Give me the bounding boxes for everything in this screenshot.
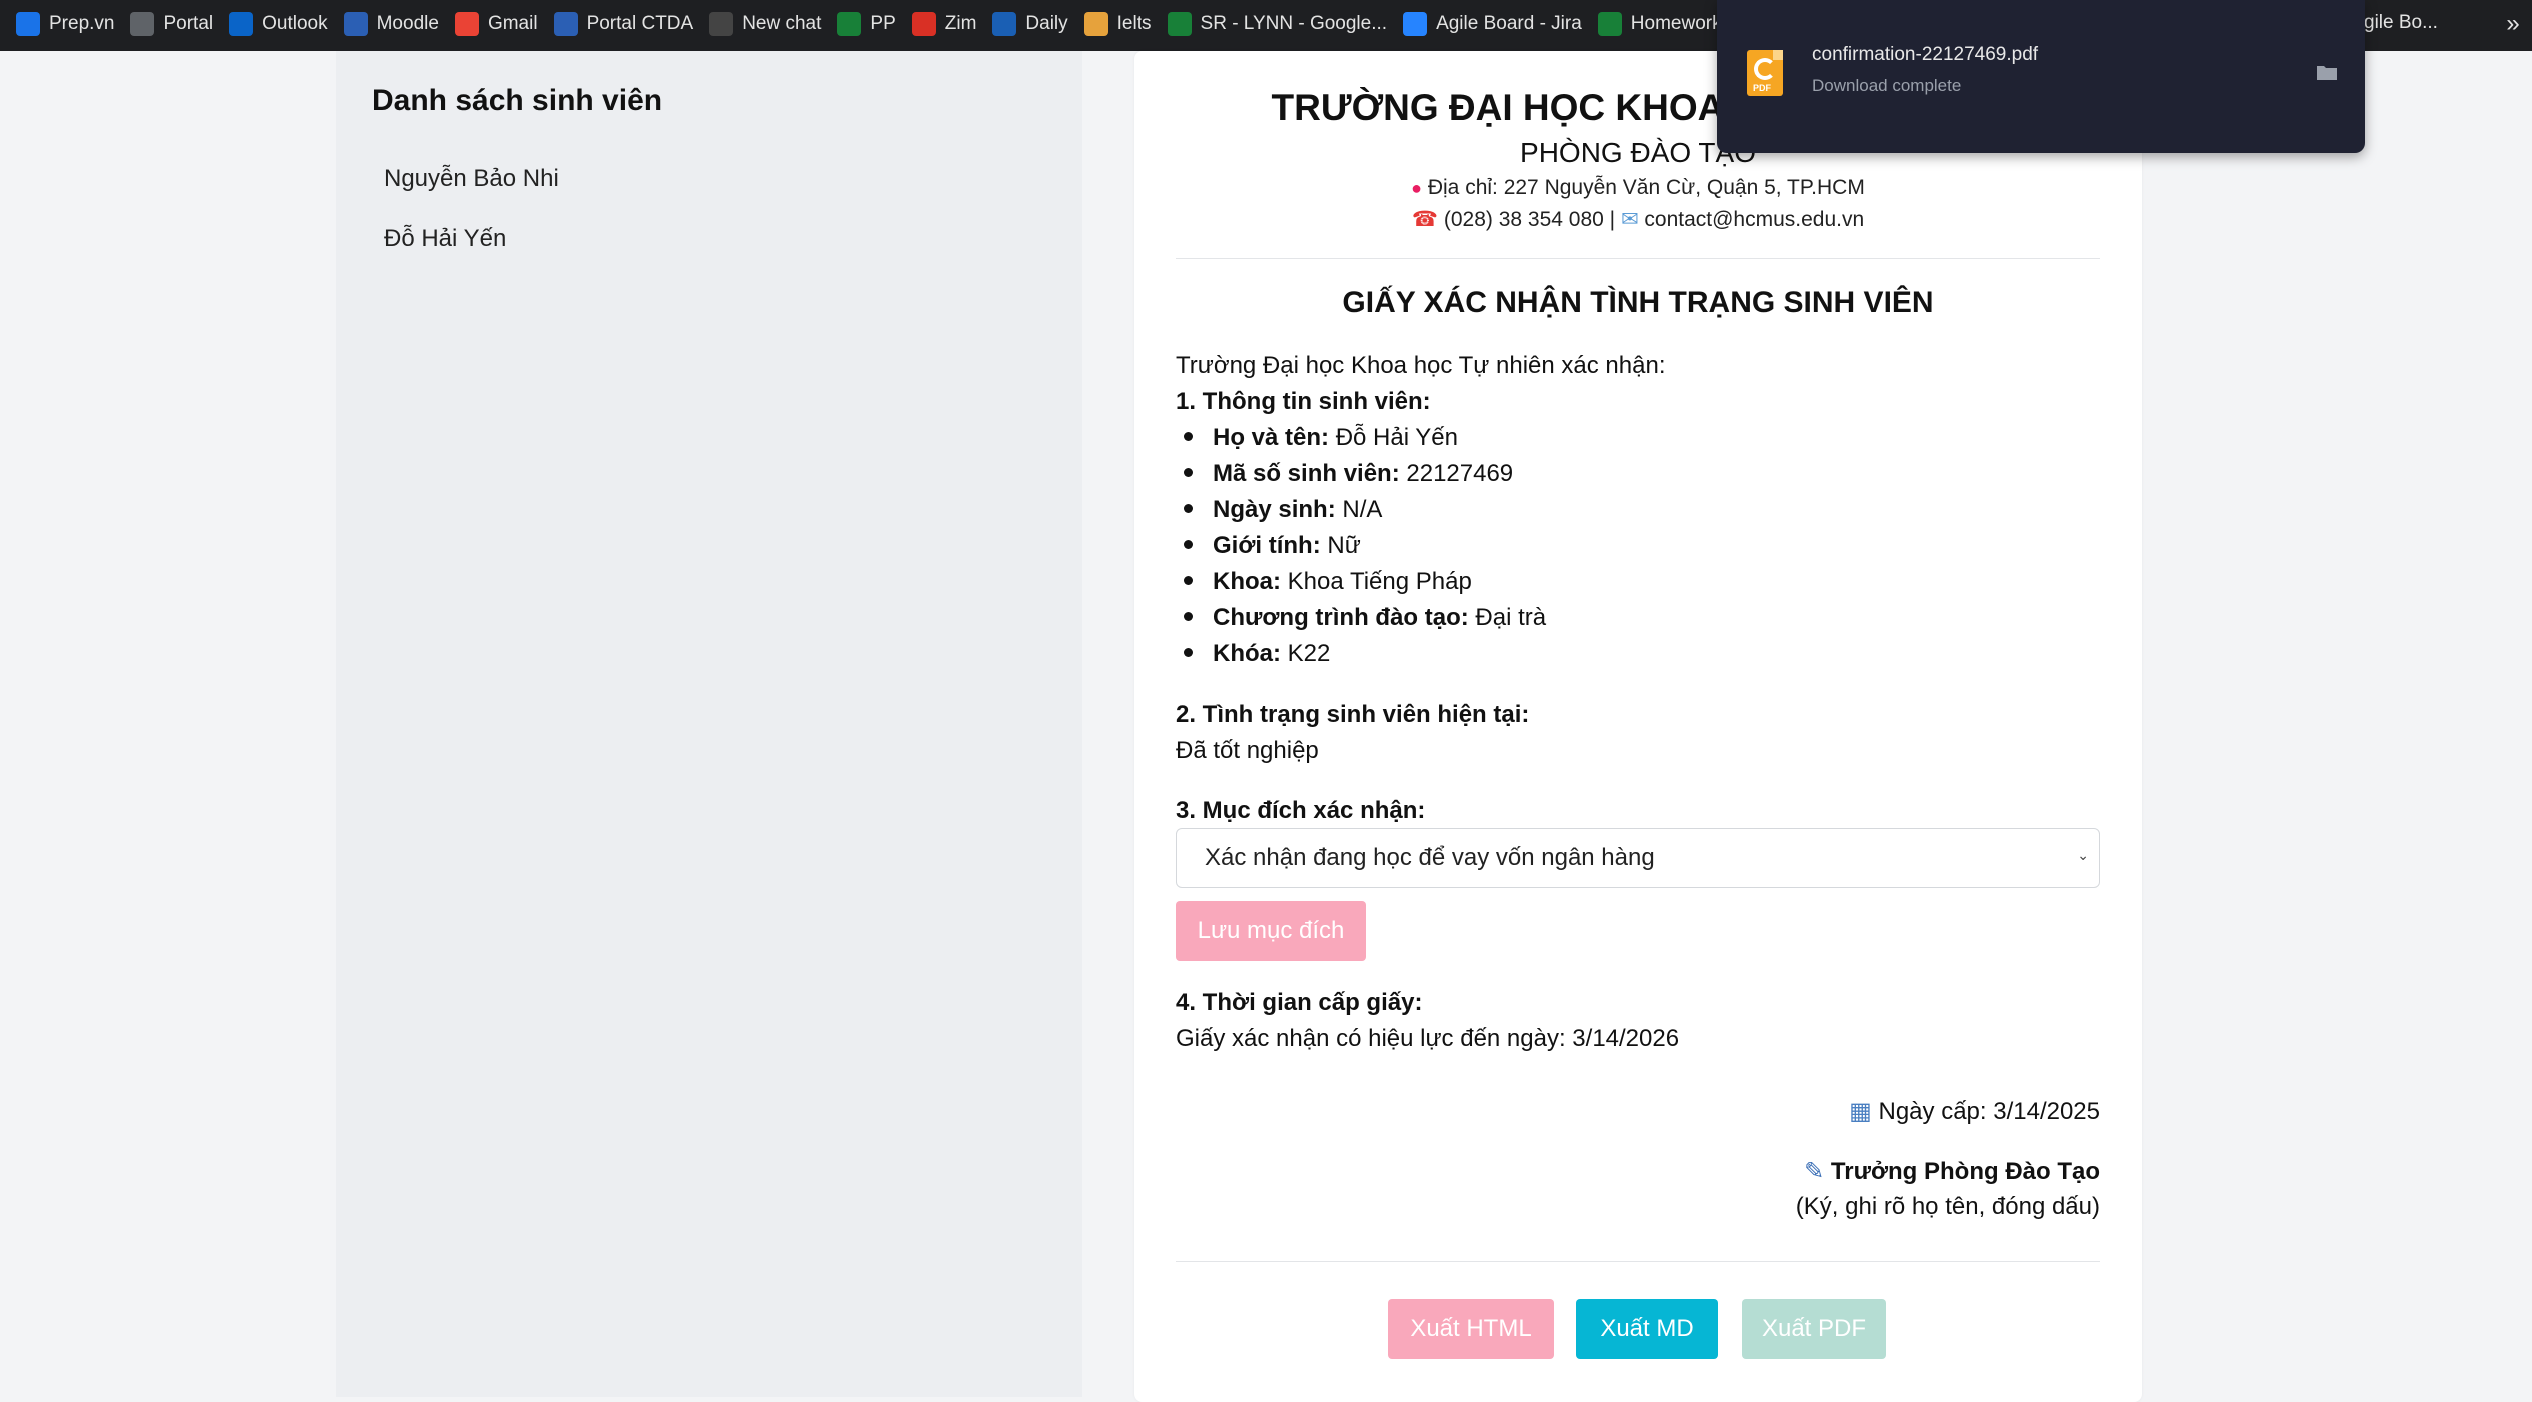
daily-icon [992,11,1017,36]
info-item: Mã số sinh viên: 22127469 [1176,460,1513,488]
chevron-down-icon: ⌄ [2077,847,2089,863]
student-status: Đã tốt nghiệp [1176,737,1319,764]
bookmark-label: Gmail [487,12,538,34]
calendar-icon: ▦ [1849,1098,1872,1125]
bookmark-label: PP [870,12,896,34]
section-heading: 2. Tình trạng sinh viên hiện tại: [1176,701,1530,728]
bookmark-label: Agile Board - Jira [1436,12,1582,34]
student-sidebar: Danh sách sinh viên Nguyễn Bảo Nhi Đỗ Hả… [336,51,1082,1397]
bookmark-label: Outlook [262,12,328,34]
bookmark-item[interactable]: Gmail [451,7,550,41]
prep-icon [16,11,40,36]
divider [1176,1261,2100,1262]
info-item: Ngày sinh: N/A [1176,496,1382,524]
address-text: Địa chỉ: 227 Nguyễn Văn Cừ, Quận 5, TP.H… [1427,176,1865,199]
bookmark-item[interactable]: New chat [705,7,833,41]
signer-title: ✎ Trưởng Phòng Đào Tạo [1804,1158,2100,1185]
bookmark-label: New chat [742,12,822,34]
phone-icon: ☎ [1411,208,1438,231]
student-item[interactable]: Đỗ Hải Yến [384,225,506,253]
drive-icon [1167,11,1192,36]
bookmark-item[interactable]: Portal CTDA [550,7,706,41]
drive-icon [837,11,862,36]
contact-line: ☎ (028) 38 354 080 | ✉ contact@hcmus.edu… [1176,207,2100,232]
bookmark-label: Prep.vn [49,12,115,34]
download-popup: PDF confirmation-22127469.pdf Download c… [1717,0,2365,153]
signer-note: (Ký, ghi rõ họ tên, đóng dấu) [1795,1193,2100,1220]
section-heading: 4. Thời gian cấp giấy: [1176,989,1423,1016]
save-purpose-button[interactable]: Lưu mục đích [1176,901,1366,961]
purpose-select[interactable]: Xác nhận đang học để vay vốn ngân hàng ⌄ [1176,828,2100,888]
student-item[interactable]: Nguyễn Bảo Nhi [384,165,559,193]
validity-text: Giấy xác nhận có hiệu lực đến ngày: 3/14… [1176,1025,1680,1052]
confirmation-document: TRƯỜNG ĐẠI HỌC KHOA HỌC TỰ NHIÊN PHÒNG Đ… [1134,51,2142,1402]
email-icon: ✉ [1620,208,1639,231]
email-text: contact@hcmus.edu.vn [1644,208,1865,231]
bookmark-item[interactable]: Prep.vn [12,7,126,41]
bookmark-label: Ielts [1116,12,1152,34]
more-bookmarks-button[interactable]: » [2494,0,2532,47]
info-item: Khóa: K22 [1176,640,1330,668]
pen-icon: ✎ [1804,1158,1825,1185]
download-status: Download complete [1812,76,1962,95]
bookmark-item[interactable]: Moodle [340,7,451,41]
info-item: Họ và tên: Đỗ Hải Yến [1176,424,1458,452]
bookmark-label: SR - LYNN - Google... [1200,12,1388,34]
bookmark-item[interactable]: gile Bo... [2360,6,2450,40]
section-heading: 1. Thông tin sinh viên: [1176,388,1431,415]
export-pdf-button[interactable]: Xuất PDF [1742,1299,1886,1359]
outlook-icon [229,11,254,36]
gmail-icon [454,11,479,36]
bookmark-item[interactable]: Portal [126,7,225,41]
portal-ctda-icon [553,11,578,36]
info-item: Giới tính: Nữ [1176,532,1361,560]
bookmark-label: Portal CTDA [586,12,694,34]
section-heading: 3. Mục đích xác nhận: [1176,797,1426,824]
intro-text: Trường Đại học Khoa học Tự nhiên xác nhậ… [1176,352,1666,379]
divider [1176,258,2100,259]
ielts-icon [1083,11,1108,36]
pdf-file-icon: PDF [1747,50,1783,96]
phone-text: (028) 38 354 080 | [1443,208,1616,231]
bookmark-item[interactable]: Ielts [1080,7,1164,41]
issue-date: ▦ Ngày cấp: 3/14/2025 [1849,1098,2100,1125]
purpose-selected-value: Xác nhận đang học để vay vốn ngân hàng [1205,844,1655,871]
bookmark-item[interactable]: Zim [908,7,989,41]
sidebar-title: Danh sách sinh viên [372,84,663,117]
moodle-icon [343,11,368,36]
zim-icon [911,11,936,36]
bookmark-label: Portal [163,12,214,34]
download-filename[interactable]: confirmation-22127469.pdf [1812,44,2038,66]
portal-icon [130,11,155,36]
bookmark-item[interactable]: Daily [988,7,1079,41]
jira-icon [1403,11,1428,36]
chat-icon [709,11,734,36]
address-line: ● Địa chỉ: 227 Nguyễn Văn Cừ, Quận 5, TP… [1176,176,2100,200]
bookmark-item[interactable]: Agile Board - Jira [1399,7,1594,41]
bookmark-label: Daily [1025,12,1068,34]
bookmark-label: Moodle [376,12,439,34]
document-title: GIẤY XÁC NHẬN TÌNH TRẠNG SINH VIÊN [1342,286,1934,319]
bookmark-label: Zim [944,12,977,34]
bookmark-item[interactable]: PP [833,7,907,41]
drive-icon [1597,11,1622,36]
bookmark-item[interactable]: Outlook [225,7,339,41]
pin-icon: ● [1411,178,1422,198]
folder-icon[interactable] [2316,63,2338,81]
export-html-button[interactable]: Xuất HTML [1388,1299,1554,1359]
export-md-button[interactable]: Xuất MD [1576,1299,1718,1359]
page-viewport: Danh sách sinh viên Nguyễn Bảo Nhi Đỗ Hả… [0,47,2532,1402]
bookmark-item[interactable]: SR - LYNN - Google... [1164,7,1400,41]
info-item: Khoa: Khoa Tiếng Pháp [1176,568,1472,596]
info-item: Chương trình đào tạo: Đại trà [1176,604,1546,632]
